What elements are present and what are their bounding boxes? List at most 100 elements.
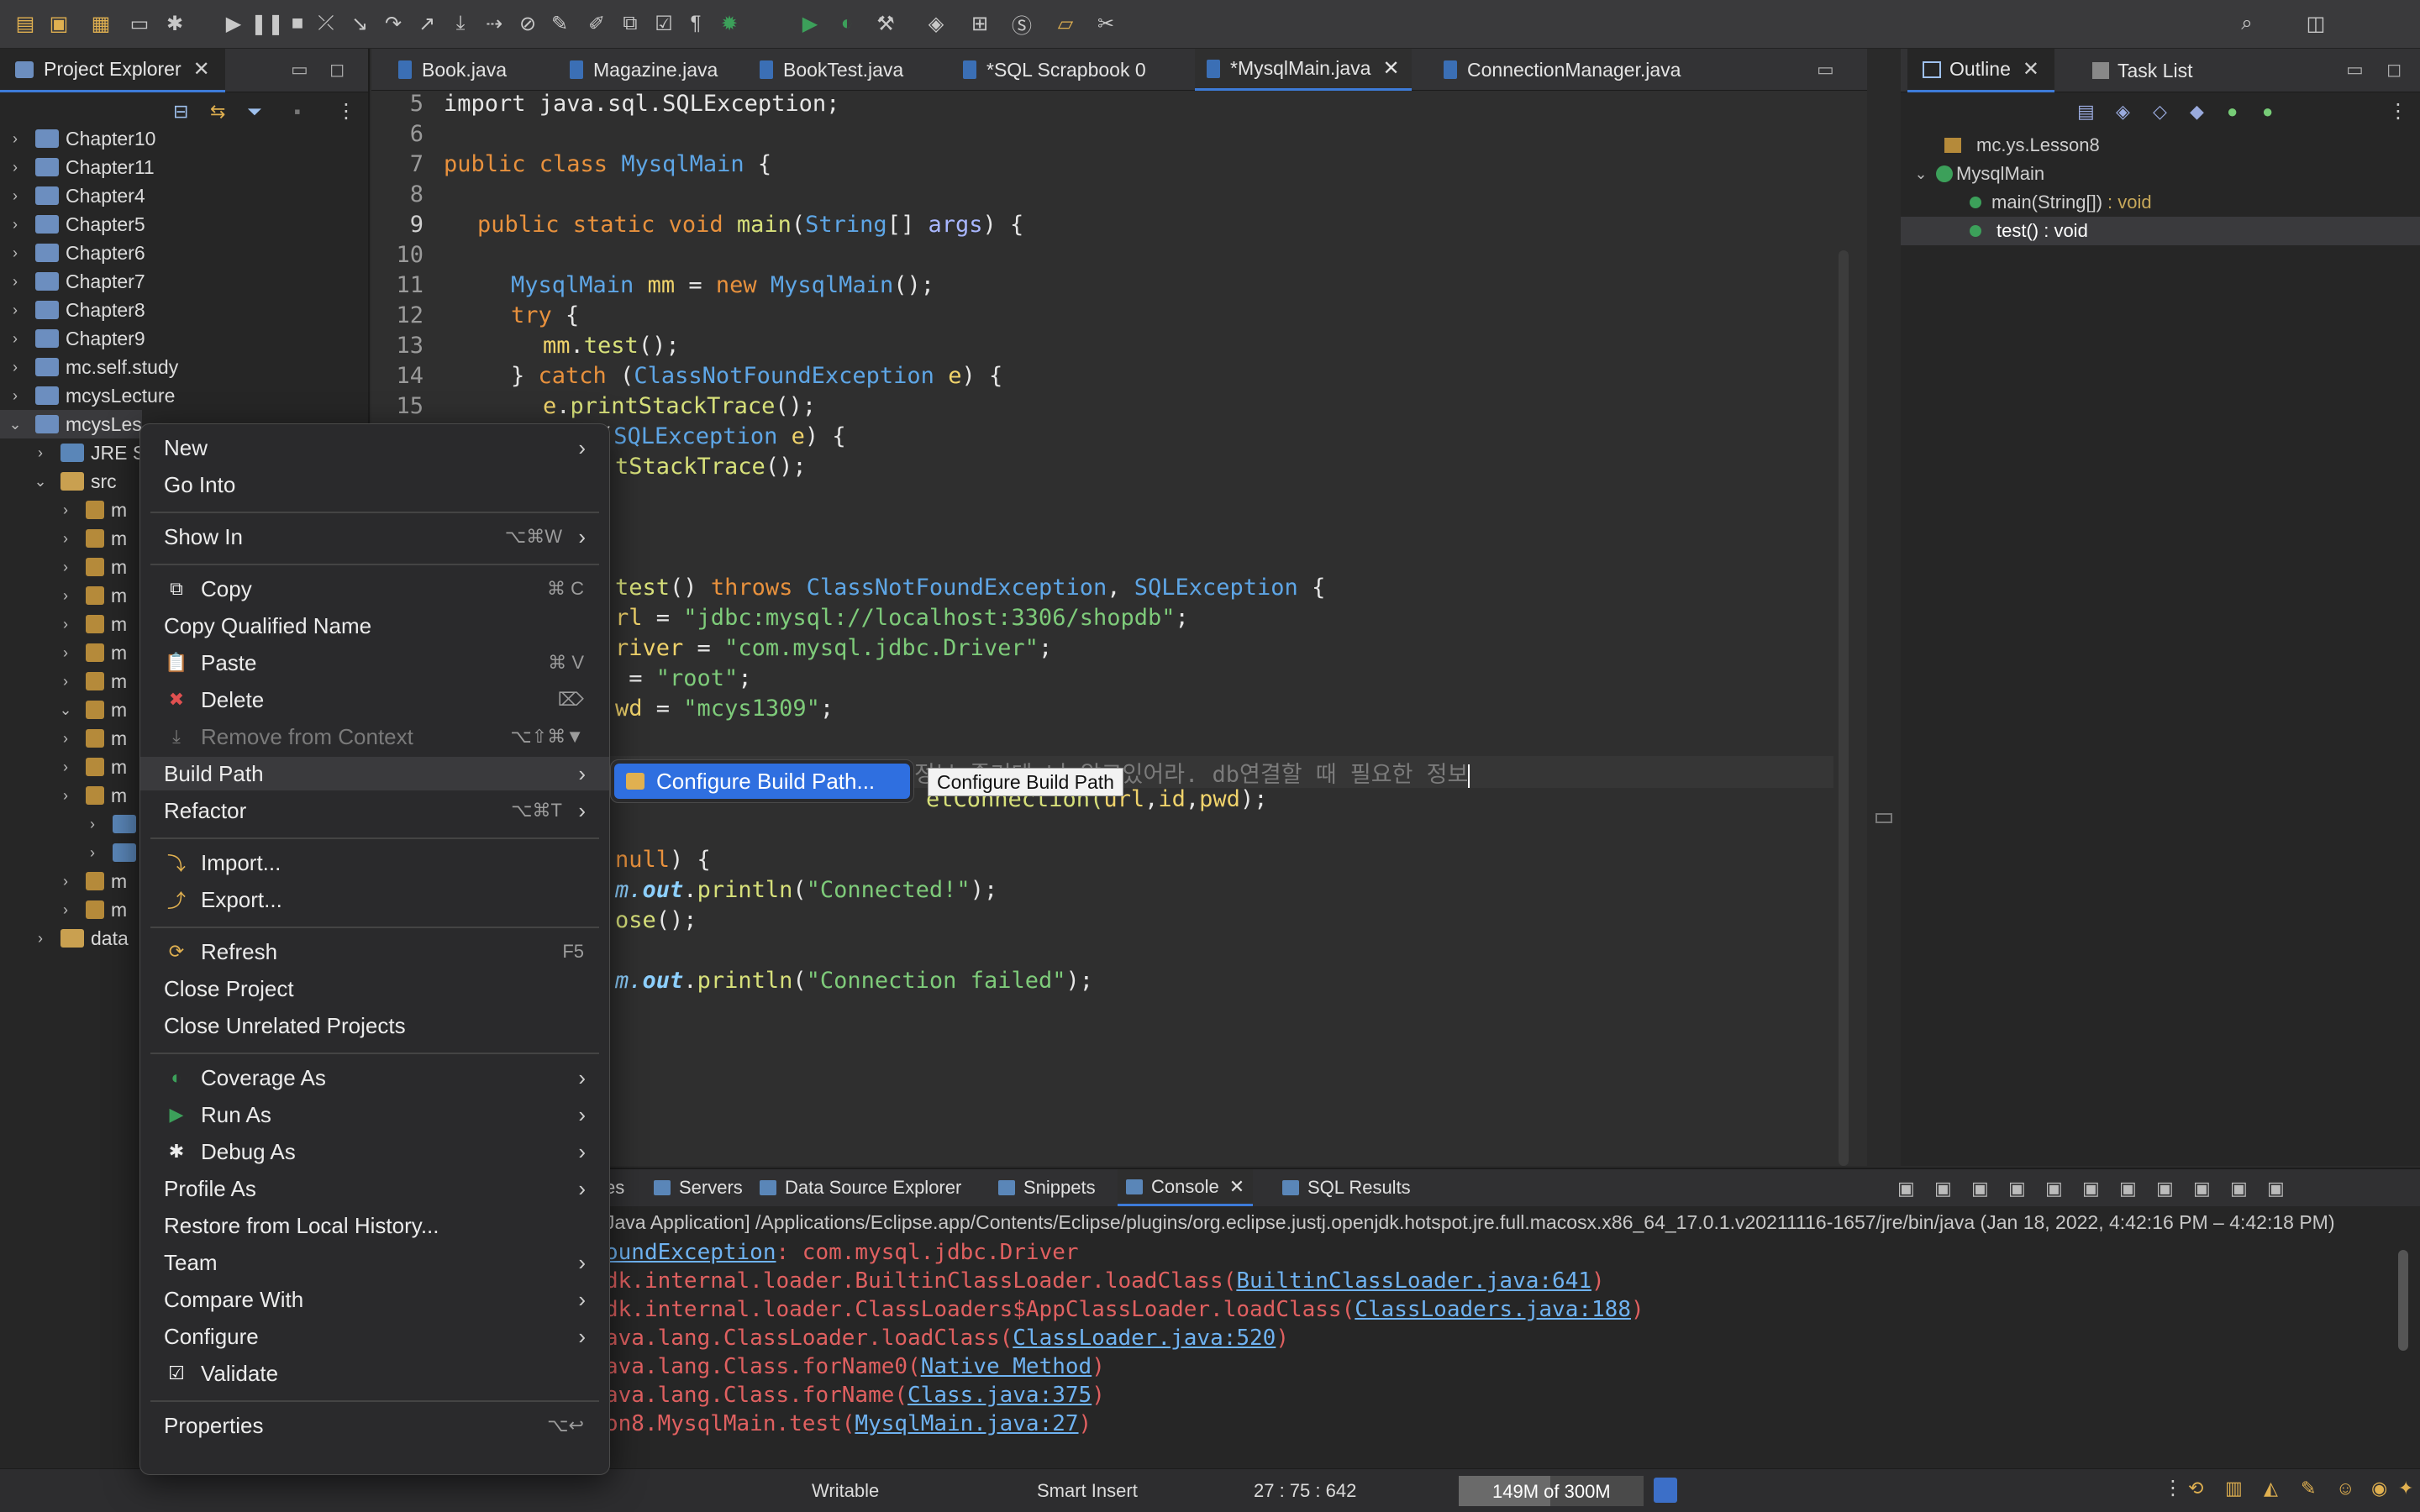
- tree-item[interactable]: › Chapter10: [0, 124, 155, 153]
- tree-item[interactable]: › Chapter8: [0, 296, 145, 324]
- tree-item[interactable]: ›: [0, 810, 143, 838]
- new-class-icon[interactable]: Ⓢ: [1008, 10, 1035, 38]
- menu-item-export[interactable]: ⤴ Export...: [140, 883, 609, 916]
- editor-tab[interactable]: BookTest.java: [748, 49, 915, 91]
- focus-icon[interactable]: ▪: [294, 101, 301, 123]
- hide-static-icon[interactable]: ◇: [2153, 101, 2167, 123]
- menu-item-build-path[interactable]: Build Path ›: [140, 757, 609, 790]
- tree-item[interactable]: › Chapter6: [0, 239, 145, 267]
- menu-item-refactor[interactable]: Refactor ⌥⌘T ›: [140, 794, 609, 827]
- outline-method-test[interactable]: test() : void: [1901, 217, 2420, 245]
- search-icon[interactable]: ⌕: [2233, 10, 2260, 37]
- chevron-right-icon[interactable]: ›: [57, 730, 74, 748]
- editor-tab[interactable]: ConnectionManager.java: [1432, 49, 1692, 91]
- tree-item[interactable]: › m: [0, 724, 127, 753]
- tree-item[interactable]: ›: [0, 838, 143, 867]
- tree-item[interactable]: › mc.self.study: [0, 353, 178, 381]
- tree-item[interactable]: › m: [0, 581, 127, 610]
- chevron-down-icon[interactable]: ⌄: [1912, 165, 1929, 183]
- editor-tab[interactable]: Magazine.java: [558, 49, 729, 91]
- menu-item-debug-as[interactable]: ✱ Debug As ›: [140, 1135, 609, 1168]
- open-task-icon[interactable]: ☑: [650, 10, 677, 37]
- tree-item[interactable]: › m: [0, 638, 127, 667]
- tab-task-list[interactable]: Task List: [2077, 49, 2207, 92]
- chevron-right-icon[interactable]: ›: [84, 844, 101, 862]
- menu-item-delete[interactable]: ✖ Delete ⌦: [140, 683, 609, 717]
- sash-handle-icon[interactable]: [1876, 813, 1892, 823]
- minimize-icon[interactable]: ▭: [291, 59, 308, 81]
- hide-local-types-icon[interactable]: ●: [2227, 101, 2238, 123]
- chevron-right-icon[interactable]: ›: [57, 759, 74, 776]
- minimize-icon[interactable]: ▭: [2346, 59, 2364, 81]
- tree-item[interactable]: › JRE S: [0, 438, 145, 467]
- show-stdout-icon[interactable]: ▣: [2119, 1178, 2137, 1200]
- menu-item-close-project[interactable]: Close Project: [140, 972, 609, 1005]
- smile-icon[interactable]: ☺: [2336, 1478, 2354, 1499]
- menu-item-coverage-as[interactable]: ◐ Coverage As ›: [140, 1061, 609, 1095]
- sash[interactable]: [1867, 49, 1901, 1166]
- collapse-all-icon[interactable]: ⊟: [173, 101, 188, 123]
- chevron-right-icon[interactable]: ›: [7, 359, 24, 376]
- open-icon[interactable]: ▱: [1052, 10, 1079, 37]
- chevron-right-icon[interactable]: ›: [7, 244, 24, 262]
- tree-item[interactable]: › m: [0, 895, 127, 924]
- tab-outline[interactable]: Outline ✕: [1907, 49, 2054, 92]
- chevron-right-icon[interactable]: ›: [57, 673, 74, 690]
- close-icon[interactable]: ✕: [1229, 1176, 1244, 1198]
- tree-item[interactable]: › mcysLecture: [0, 381, 175, 410]
- chevron-right-icon[interactable]: ›: [57, 530, 74, 548]
- menu-item-new[interactable]: New ›: [140, 431, 609, 465]
- chevron-right-icon[interactable]: ›: [57, 787, 74, 805]
- menu-item-profile-as[interactable]: Profile As ›: [140, 1172, 609, 1205]
- tree-item[interactable]: › m: [0, 781, 127, 810]
- resume-icon[interactable]: ▶: [220, 10, 247, 37]
- debug-run-icon[interactable]: ✹: [716, 10, 743, 37]
- pin-console-icon[interactable]: ▣: [2193, 1178, 2211, 1200]
- chevron-down-icon[interactable]: ⌄: [32, 473, 49, 491]
- skip-breakpoints-icon[interactable]: ⊘: [514, 10, 541, 37]
- configure-build-path-item[interactable]: Configure Build Path...: [614, 764, 910, 799]
- maximize-icon[interactable]: ◻: [2386, 59, 2402, 81]
- external-tools-icon[interactable]: ⚒: [872, 10, 899, 37]
- chevron-right-icon[interactable]: ›: [84, 816, 101, 833]
- chevron-right-icon[interactable]: ›: [57, 901, 74, 919]
- editor-tab[interactable]: *SQL Scrapbook 0: [951, 49, 1158, 91]
- menu-item-refresh[interactable]: ⟳ Refresh F5: [140, 935, 609, 969]
- chevron-down-icon[interactable]: ⌄: [7, 416, 24, 433]
- chevron-right-icon[interactable]: ›: [7, 216, 24, 234]
- disconnect-icon[interactable]: ⤫: [313, 10, 339, 37]
- remove-launch-icon[interactable]: ▣: [1934, 1178, 1952, 1200]
- chevron-down-icon[interactable]: ⌄: [57, 701, 74, 719]
- outline-package[interactable]: mc.ys.Lesson8: [1901, 131, 2420, 160]
- chevron-right-icon[interactable]: ›: [57, 644, 74, 662]
- tree-item[interactable]: › Chapter5: [0, 210, 145, 239]
- remove-all-icon[interactable]: ▣: [1971, 1178, 1989, 1200]
- chevron-right-icon[interactable]: ›: [57, 616, 74, 633]
- open-type-icon[interactable]: ⧉: [617, 10, 644, 37]
- public-members-icon[interactable]: ●: [2262, 101, 2273, 123]
- console-link[interactable]: BuiltinClassLoader.java:641: [1236, 1268, 1591, 1294]
- tree-item[interactable]: › Chapter11: [0, 153, 155, 181]
- tip-icon[interactable]: ✎: [2301, 1478, 2316, 1499]
- console-scrollbar[interactable]: [2398, 1250, 2408, 1351]
- pin-icon[interactable]: ✂: [1092, 10, 1119, 37]
- close-icon[interactable]: ✕: [1382, 56, 1399, 81]
- menu-item-restore-from-local-history[interactable]: Restore from Local History...: [140, 1209, 609, 1242]
- gc-icon[interactable]: [1654, 1478, 1677, 1503]
- chevron-right-icon[interactable]: ›: [7, 130, 24, 148]
- display-console-icon[interactable]: ▣: [2230, 1178, 2248, 1200]
- chevron-right-icon[interactable]: ›: [57, 587, 74, 605]
- tree-item[interactable]: › m: [0, 553, 127, 581]
- show-whitespace-icon[interactable]: ¶: [682, 10, 709, 37]
- tree-item[interactable]: › m: [0, 496, 127, 524]
- maximize-icon[interactable]: ◻: [329, 59, 345, 81]
- console-link[interactable]: ClassLoaders.java:188: [1355, 1297, 1631, 1322]
- menu-item-close-unrelated-projects[interactable]: Close Unrelated Projects: [140, 1009, 609, 1042]
- progress-icon[interactable]: ⟲: [2188, 1478, 2203, 1499]
- terminate-icon[interactable]: ▣: [1897, 1178, 1915, 1200]
- chevron-right-icon[interactable]: ›: [7, 187, 24, 205]
- open-console-icon[interactable]: ▣: [2267, 1178, 2285, 1200]
- close-icon[interactable]: ✕: [193, 57, 210, 81]
- tree-item[interactable]: › m: [0, 524, 127, 553]
- save-icon[interactable]: ▣: [45, 10, 72, 37]
